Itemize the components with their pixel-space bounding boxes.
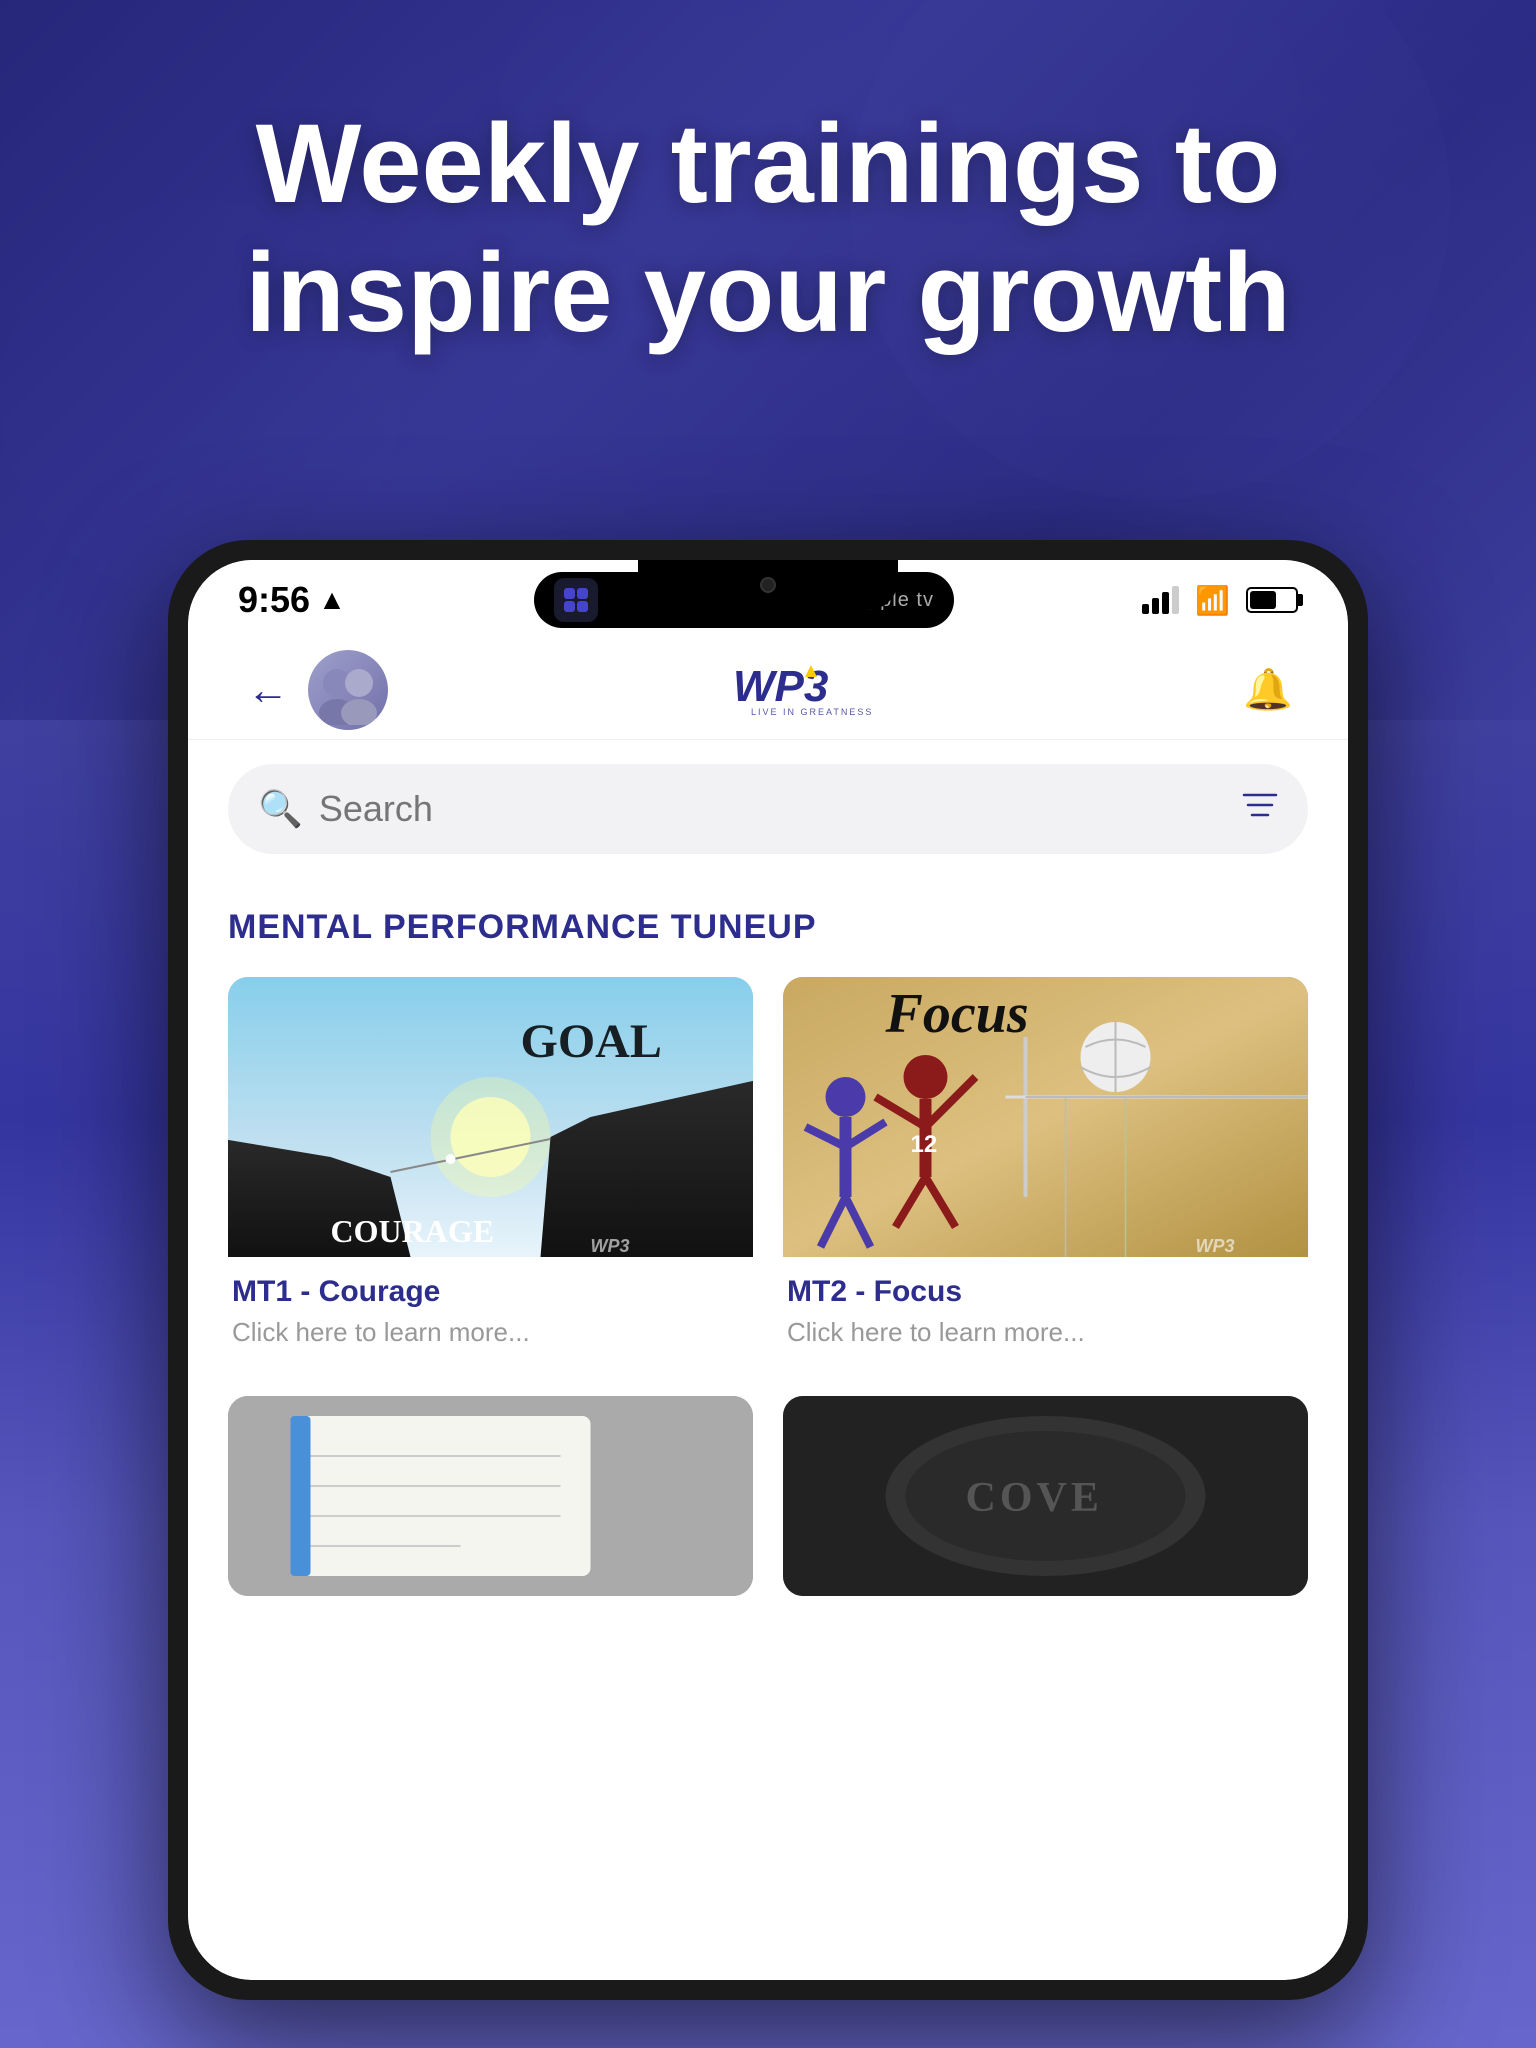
di-app-icon [554, 578, 598, 622]
app-screen: 9:56 ▲ app [188, 560, 1348, 1980]
svg-text:GOAL: GOAL [521, 1015, 662, 1068]
card-mt4[interactable]: COVE [783, 1396, 1308, 1596]
logo-center: WP3 LIVE IN GREATNESS [388, 657, 1238, 722]
cards-grid: GOAL COURAGE WP3 MT1 - Courage Click her… [228, 977, 1308, 1596]
search-input[interactable] [319, 788, 1226, 830]
card-mt3-image [228, 1396, 753, 1596]
svg-text:LIVE IN GREATNESS: LIVE IN GREATNESS [751, 707, 873, 717]
logo-wrap: WP3 LIVE IN GREATNESS [723, 657, 903, 722]
status-time: 9:56 ▲ [238, 579, 346, 621]
filter-icon[interactable] [1242, 787, 1278, 831]
card-mt1-title: MT1 - Courage [232, 1275, 749, 1309]
battery-icon [1246, 587, 1298, 613]
svg-text:WP3: WP3 [1196, 1236, 1235, 1256]
card-mt1-subtitle: Click here to learn more... [232, 1317, 749, 1348]
tablet-device: 9:56 ▲ app [168, 540, 1368, 2000]
notification-button[interactable]: 🔔 [1238, 660, 1298, 720]
signal-bars-icon [1142, 586, 1179, 614]
card-mt2-title: MT2 - Focus [787, 1275, 1304, 1309]
svg-text:12: 12 [911, 1131, 938, 1158]
app-logo: WP3 LIVE IN GREATNESS [723, 657, 903, 717]
svg-text:WP3: WP3 [733, 662, 828, 711]
hero-title: Weekly trainings to inspire your growth [80, 100, 1456, 358]
back-arrow-icon: ← [247, 666, 289, 714]
search-icon: 🔍 [258, 788, 303, 830]
section-title: MENTAL PERFORMANCE TUNEUP [228, 908, 1308, 947]
app-header: ← [188, 640, 1348, 740]
camera-dot [760, 577, 776, 593]
avatar[interactable] [308, 650, 388, 730]
search-section: 🔍 [188, 740, 1348, 878]
back-button[interactable]: ← [238, 660, 298, 720]
card-mt3[interactable] [228, 1396, 753, 1596]
card-mt1[interactable]: GOAL COURAGE WP3 MT1 - Courage Click her… [228, 977, 753, 1366]
camera-bar [638, 560, 898, 610]
search-bar[interactable]: 🔍 [228, 764, 1308, 854]
card-mt2-subtitle: Click here to learn more... [787, 1317, 1304, 1348]
card-mt1-image: GOAL COURAGE WP3 [228, 977, 753, 1257]
card-mt2[interactable]: 12 Focus WP3 MT2 - Focus Click here to l… [783, 977, 1308, 1366]
hero-text-section: Weekly trainings to inspire your growth [0, 100, 1536, 358]
status-icons: 📶 [1142, 584, 1298, 617]
svg-text:Focus: Focus [885, 983, 1029, 1045]
card-mt4-image: COVE [783, 1396, 1308, 1596]
avatar-image [308, 650, 388, 730]
bell-icon: 🔔 [1243, 666, 1293, 713]
svg-text:COVE: COVE [966, 1475, 1103, 1521]
wifi-icon: 📶 [1195, 584, 1230, 617]
svg-text:COURAGE: COURAGE [331, 1213, 495, 1249]
svg-text:WP3: WP3 [591, 1236, 630, 1256]
location-arrow-icon: ▲ [318, 584, 346, 616]
card-mt1-info: MT1 - Courage Click here to learn more..… [228, 1257, 753, 1366]
card-mt2-image: 12 Focus WP3 [783, 977, 1308, 1257]
main-content: MENTAL PERFORMANCE TUNEUP [188, 878, 1348, 1980]
battery-fill [1250, 591, 1276, 609]
tablet-inner: 9:56 ▲ app [188, 560, 1348, 1980]
card-mt2-info: MT2 - Focus Click here to learn more... [783, 1257, 1308, 1366]
